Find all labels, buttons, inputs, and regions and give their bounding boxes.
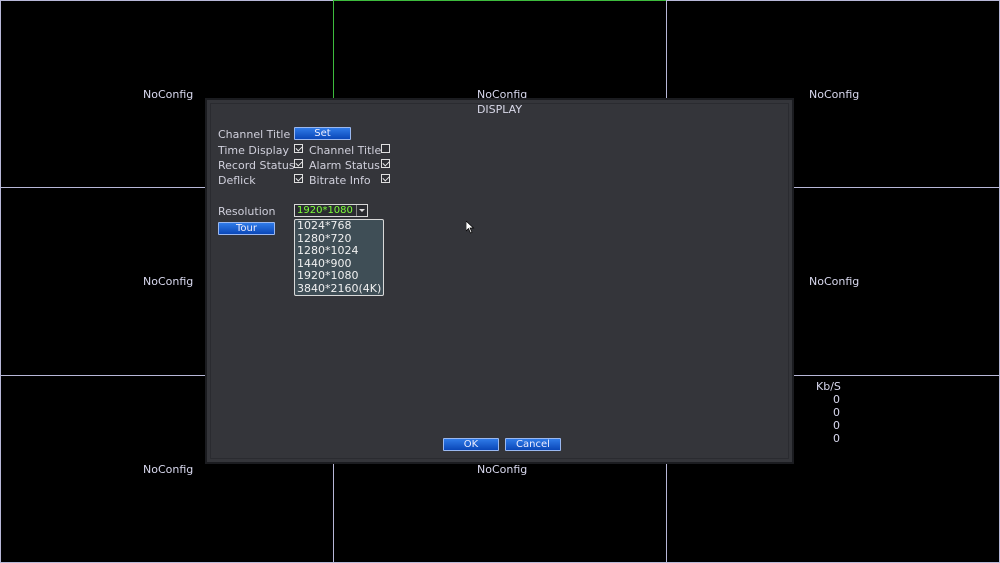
ok-button[interactable]: OK bbox=[443, 438, 499, 451]
bitrate-value: 0 bbox=[833, 393, 840, 406]
set-button[interactable]: Set bbox=[294, 127, 351, 140]
bitrate-value: 0 bbox=[833, 432, 840, 445]
record-status-label: Record Status bbox=[218, 159, 295, 172]
cancel-button[interactable]: Cancel bbox=[505, 438, 561, 451]
tile-label: NoConfig bbox=[143, 275, 194, 288]
resolution-select[interactable]: 1920*1080 bbox=[294, 204, 368, 217]
resolution-label: Resolution bbox=[218, 205, 276, 218]
channel-title-checkbox[interactable] bbox=[381, 144, 390, 153]
dialog-title: DISPLAY bbox=[476, 103, 523, 116]
bitrate-value: 0 bbox=[833, 419, 840, 432]
resolution-dropdown-list: 1024*768 1280*720 1280*1024 1440*900 192… bbox=[294, 219, 384, 296]
alarm-status-checkbox[interactable] bbox=[381, 159, 390, 168]
bitrate-info-label: Bitrate Info bbox=[309, 174, 371, 187]
bitrate-value: 0 bbox=[833, 406, 840, 419]
tile-label: NoConfig bbox=[477, 463, 528, 476]
deflick-label: Deflick bbox=[218, 174, 256, 187]
tile-label: NoConfig bbox=[143, 463, 194, 476]
resolution-option[interactable]: 1024*768 bbox=[297, 220, 352, 232]
resolution-selected-value: 1920*1080 bbox=[297, 205, 353, 216]
alarm-status-label: Alarm Status bbox=[309, 159, 380, 172]
channel-title-label: Channel Title bbox=[218, 128, 291, 141]
bitrate-readout: Kb/S 0 0 0 0 bbox=[816, 380, 841, 445]
resolution-option[interactable]: 1280*1024 bbox=[297, 245, 359, 257]
chevron-down-icon[interactable] bbox=[356, 205, 367, 216]
tile-label: NoConfig bbox=[809, 275, 860, 288]
channel-title-check-label: Channel Title bbox=[309, 144, 382, 157]
bitrate-info-checkbox[interactable] bbox=[381, 174, 390, 183]
bitrate-header: Kb/S bbox=[816, 380, 841, 393]
tile-label: NoConfig bbox=[143, 88, 194, 101]
deflick-checkbox[interactable] bbox=[294, 174, 303, 183]
mouse-pointer-icon bbox=[466, 221, 475, 234]
resolution-option[interactable]: 3840*2160(4K) bbox=[297, 283, 381, 295]
tile-label: NoConfig bbox=[809, 88, 860, 101]
resolution-option[interactable]: 1920*1080 bbox=[297, 270, 359, 282]
record-status-checkbox[interactable] bbox=[294, 159, 303, 168]
tour-button[interactable]: Tour bbox=[218, 222, 275, 235]
time-display-label: Time Display bbox=[218, 144, 289, 157]
time-display-checkbox[interactable] bbox=[294, 144, 303, 153]
